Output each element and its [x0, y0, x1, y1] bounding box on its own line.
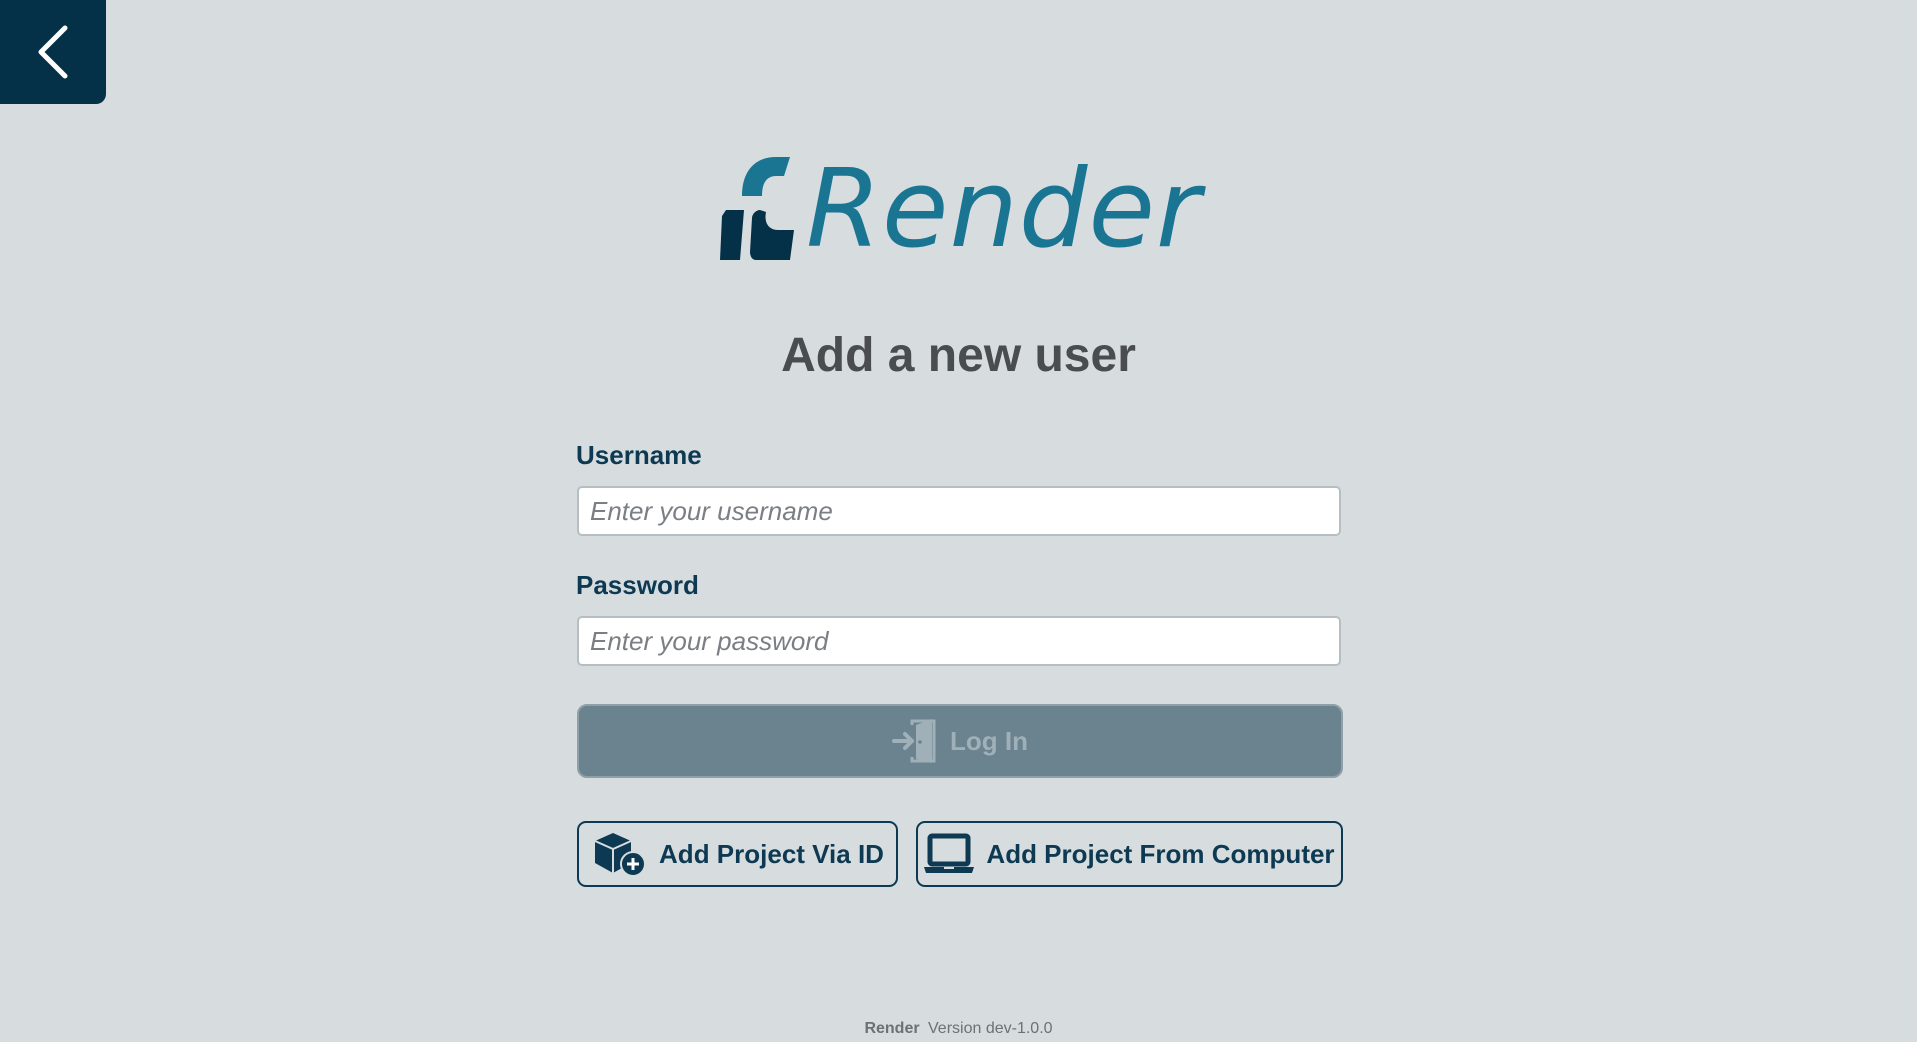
footer-version: Version dev-1.0.0: [928, 1020, 1053, 1037]
username-label: Username: [576, 440, 702, 470]
add-project-from-computer-label: Add Project From Computer: [986, 838, 1335, 869]
page-title: Add a new user: [781, 329, 1136, 382]
sign-in-door-icon: [892, 719, 936, 763]
back-button[interactable]: [0, 0, 106, 104]
laptop-icon: [924, 833, 975, 873]
username-input[interactable]: [577, 486, 1341, 536]
login-label: Log In: [950, 725, 1028, 756]
render-logo-mark-icon: [720, 157, 794, 260]
password-label: Password: [576, 570, 699, 600]
login-button[interactable]: Log In: [577, 704, 1343, 778]
add-project-via-id-label: Add Project Via ID: [659, 838, 884, 869]
add-project-from-computer-button[interactable]: Add Project From Computer: [916, 821, 1343, 887]
password-input[interactable]: [577, 616, 1341, 666]
render-logo: Render: [720, 147, 1202, 272]
version-footer: Render Version dev-1.0.0: [0, 1020, 1917, 1038]
footer-app-name: Render: [864, 1020, 920, 1037]
logo-wordmark: Render: [806, 147, 1202, 272]
chevron-left-icon: [38, 25, 68, 79]
add-project-via-id-button[interactable]: Add Project Via ID: [577, 821, 898, 887]
box-plus-icon: [594, 833, 647, 877]
